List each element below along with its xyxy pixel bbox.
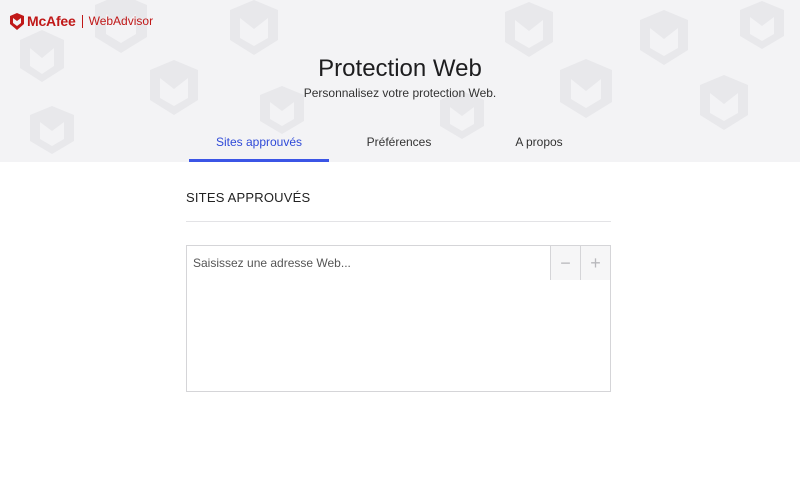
logo-separator (81, 14, 83, 28)
section-divider (186, 221, 611, 222)
approved-sites-list[interactable] (186, 280, 611, 392)
tab-approved-sites[interactable]: Sites approuvés (189, 126, 329, 162)
page-title: Protection Web (318, 55, 482, 82)
page-subtitle: Personnalisez votre protection Web. (303, 86, 497, 100)
product-name: WebAdvisor (88, 14, 154, 28)
mcafee-shield-icon (10, 12, 24, 30)
remove-site-button[interactable]: − (550, 246, 580, 280)
add-site-button[interactable]: + (580, 246, 610, 280)
tab-preferences[interactable]: Préférences (329, 126, 469, 162)
add-site-row: − + (186, 245, 611, 281)
section-title: SITES APPROUVÉS (186, 190, 311, 205)
tab-bar: Sites approuvés Préférences A propos (189, 126, 610, 162)
tab-about[interactable]: A propos (469, 126, 609, 162)
web-address-input[interactable] (187, 246, 550, 280)
mcafee-logo: McAfee WebAdvisor (10, 11, 153, 31)
header-banner: McAfee WebAdvisor Protection Web Personn… (0, 0, 800, 162)
brand-name: McAfee (27, 13, 76, 29)
